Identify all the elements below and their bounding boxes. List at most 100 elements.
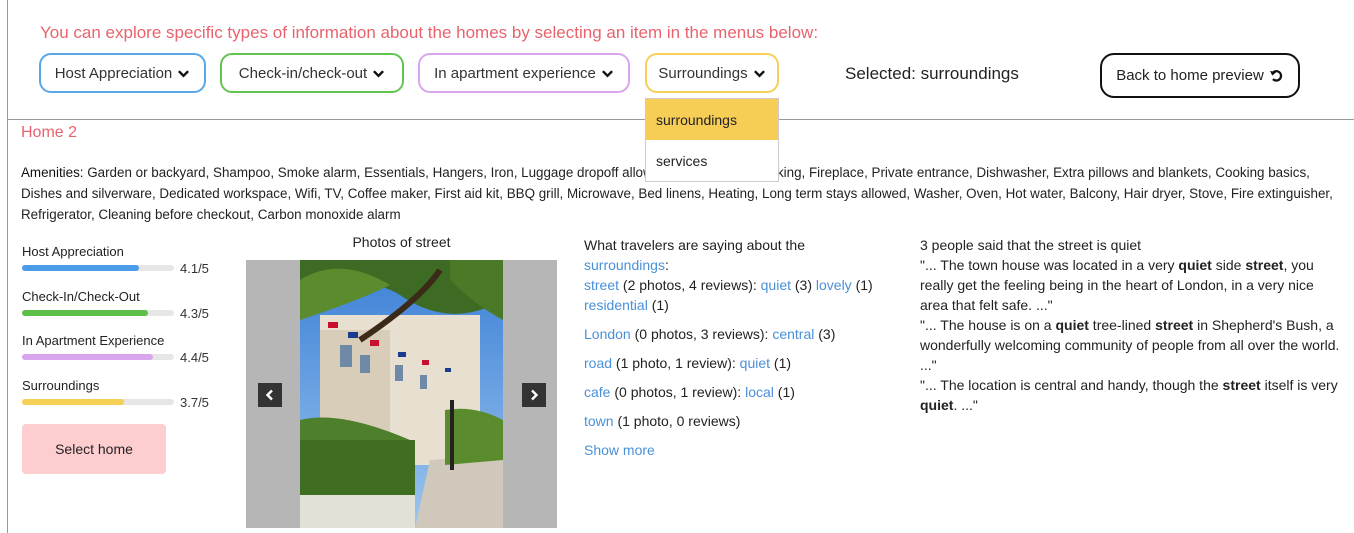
chevron-down-icon: [753, 69, 765, 78]
menu-in-apartment-experience[interactable]: In apartment experience: [418, 53, 630, 93]
topic-row-street: street (2 photos, 4 reviews): quiet (3) …: [584, 275, 884, 315]
photo-carousel: [246, 260, 557, 528]
quote-text: . ...": [953, 397, 978, 413]
selected-indicator: Selected: surroundings: [845, 64, 1019, 83]
colon: :: [664, 257, 669, 273]
topic-tag[interactable]: residential: [584, 297, 648, 313]
score-bar: [22, 354, 174, 360]
topic-keyword[interactable]: street: [584, 277, 619, 293]
topic-tag[interactable]: quiet: [740, 355, 770, 371]
review-quotes: 3 people said that the street is quiet "…: [920, 235, 1345, 415]
quote-highlight: street: [1155, 317, 1194, 333]
topic-counts: (1 photo, 1 review):: [612, 355, 740, 371]
score-label: In Apartment Experience: [22, 333, 165, 348]
amenities-label: Amenities:: [21, 165, 84, 180]
topic-row-london: London (0 photos, 3 reviews): central (3…: [584, 324, 884, 344]
street-photo: [300, 260, 503, 528]
topic-keyword[interactable]: London: [584, 326, 631, 342]
travelers-heading: What travelers are saying about the: [584, 235, 884, 255]
surroundings-dropdown: surroundings services: [645, 98, 779, 182]
select-home-button[interactable]: Select home: [22, 424, 166, 474]
score-label: Check-In/Check-Out: [22, 289, 140, 304]
quote-text: "... The house is on a: [920, 317, 1056, 333]
back-to-home-preview-button[interactable]: Back to home preview: [1100, 53, 1300, 98]
topic-tag[interactable]: local: [745, 384, 774, 400]
travelers-summary: What travelers are saying about the surr…: [584, 235, 884, 469]
topic-row-road: road (1 photo, 1 review): quiet (1): [584, 353, 884, 373]
menu-label: Surroundings: [658, 64, 748, 82]
quote-text: "... The location is central and handy, …: [920, 377, 1223, 393]
topic-tag-count: (1): [647, 297, 669, 313]
topic-keyword[interactable]: road: [584, 355, 612, 371]
topic-row-town: town (1 photo, 0 reviews): [584, 411, 884, 431]
topic-tag-count: (3): [814, 326, 836, 342]
topic-tag-count: (1): [770, 355, 792, 371]
photos-title: Photos of street: [352, 234, 451, 250]
menu-label: Check-in/check-out: [238, 64, 368, 82]
score-surroundings: Surroundings 3.7/5: [22, 378, 222, 410]
home-title: Home 2: [21, 124, 78, 141]
chevron-right-icon: [531, 389, 539, 401]
back-button-label: Back to home preview: [1116, 67, 1264, 84]
topic-tag[interactable]: central: [772, 326, 814, 342]
chevron-left-icon: [265, 389, 273, 401]
score-bar-fill: [22, 310, 149, 316]
score-check-in-check-out: Check-In/Check-Out 4.3/5: [22, 289, 222, 321]
score-bar: [22, 399, 174, 405]
quote-text: itself is very: [1260, 377, 1338, 393]
score-label: Host Appreciation: [22, 244, 124, 259]
show-more-link[interactable]: Show more: [584, 440, 884, 460]
topic-tag[interactable]: quiet: [761, 277, 791, 293]
menu-check-in-check-out[interactable]: Check-in/check-out: [220, 53, 404, 93]
quotes-heading: 3 people said that the street is quiet: [920, 237, 1142, 253]
review-quote: "... The town house was located in a ver…: [920, 255, 1345, 315]
score-bar-fill: [22, 399, 124, 405]
chevron-down-icon: [373, 69, 385, 78]
quote-text: tree-lined: [1088, 317, 1156, 333]
travelers-heading-keyword-line: surroundings:: [584, 255, 884, 275]
quote-highlight: street: [1245, 257, 1284, 273]
chevron-down-icon: [178, 69, 190, 78]
score-host-appreciation: Host Appreciation 4.1/5: [22, 244, 222, 276]
travelers-heading-keyword[interactable]: surroundings: [584, 257, 665, 273]
topic-keyword[interactable]: cafe: [584, 384, 610, 400]
score-in-apartment-experience: In Apartment Experience 4.4/5: [22, 333, 222, 365]
topic-counts: (0 photos, 3 reviews):: [630, 326, 773, 342]
quote-text: "... The town house was located in a ver…: [920, 257, 1179, 273]
topic-tag-count: (1): [773, 384, 795, 400]
topic-keyword[interactable]: town: [584, 413, 614, 429]
menu-host-appreciation[interactable]: Host Appreciation: [39, 53, 206, 93]
travelers-heading-text: What travelers are saying about the: [584, 237, 806, 253]
score-bar-fill: [22, 265, 140, 271]
score-label: Surroundings: [22, 378, 100, 393]
topic-tag-count: (1): [851, 277, 873, 293]
quote-highlight: street: [1222, 377, 1261, 393]
topic-counts: (2 photos, 4 reviews):: [619, 277, 761, 293]
dropdown-option-services[interactable]: services: [646, 140, 778, 181]
review-quote: "... The location is central and handy, …: [920, 375, 1345, 415]
quote-highlight: quiet: [1178, 257, 1212, 273]
photo-prev-button[interactable]: [258, 383, 282, 407]
score-value: 4.4/5: [180, 350, 209, 365]
dropdown-option-surroundings[interactable]: surroundings: [646, 99, 778, 140]
topic-counts: (0 photos, 1 review):: [610, 384, 746, 400]
quote-highlight: quiet: [920, 397, 954, 413]
quote-text: side: [1211, 257, 1246, 273]
chevron-down-icon: [601, 69, 613, 78]
score-value: 4.1/5: [180, 261, 209, 276]
menu-label: Host Appreciation: [54, 64, 173, 82]
intro-text: You can explore specific types of inform…: [40, 23, 819, 42]
topic-tag[interactable]: lovely: [816, 277, 852, 293]
topic-counts: (1 photo, 0 reviews): [613, 413, 741, 429]
score-value: 3.7/5: [180, 395, 209, 410]
menu-surroundings[interactable]: Surroundings: [645, 53, 779, 93]
page-left-border: [7, 0, 8, 533]
menu-label: In apartment experience: [434, 64, 596, 82]
topic-tag-count: (3): [791, 277, 816, 293]
photo-next-button[interactable]: [522, 383, 546, 407]
review-quote: "... The house is on a quiet tree-lined …: [920, 315, 1345, 375]
score-bar: [22, 265, 174, 271]
undo-icon: [1269, 70, 1282, 82]
quote-highlight: quiet: [1055, 317, 1089, 333]
score-value: 4.3/5: [180, 306, 209, 321]
